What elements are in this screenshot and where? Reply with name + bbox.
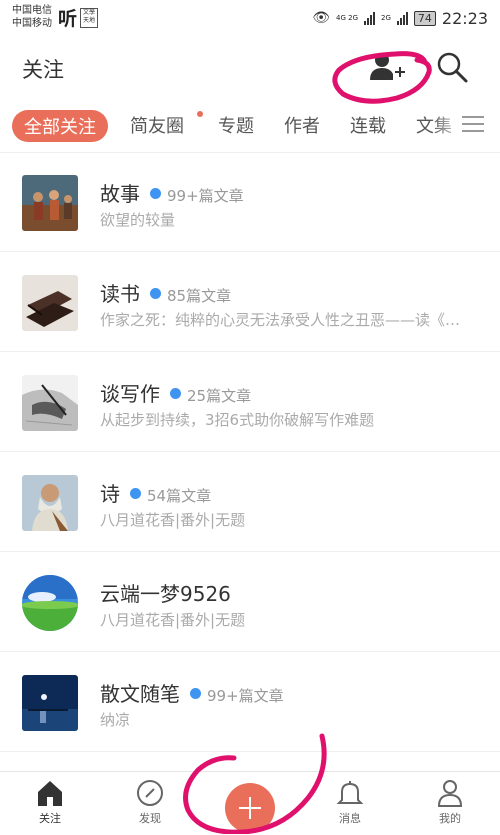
user-icon [437,780,463,807]
header: 关注 [0,36,500,96]
tab-authors[interactable]: 作者 [284,112,320,138]
signal-icon [364,11,375,25]
status-bar: 中国电信 中国移动 听 文學 天地 👁 4G 2G 2G 74 22:23 [0,0,500,36]
page-title: 关注 [22,58,64,82]
update-dot [190,688,201,699]
nav-discover[interactable]: 发现 [120,778,180,826]
menu-icon[interactable] [462,116,484,134]
item-title: 故事 99+篇文章 [100,178,244,207]
list-item[interactable]: 云端一梦9526 八月道花香|番外|无题 [0,552,500,652]
item-title: 散文随笔 99+篇文章 [100,678,284,707]
item-name: 读书 [100,282,140,306]
article-count: 99+篇文章 [167,187,244,205]
battery-icon: 74 [413,10,436,26]
nav-label: 我的 [439,812,461,825]
follow-list: 故事 99+篇文章 欲望的较量 读书 85篇文章 作家之死：纯粹的心灵无法承受人性之… [0,152,500,752]
item-name: 谈写作 [100,382,160,406]
carrier-2: 中国移动 [12,18,52,29]
article-count: 85篇文章 [167,287,232,305]
update-dot [130,488,141,499]
bell-icon [336,781,364,804]
eye-icon: 👁 [312,10,331,26]
item-description: 纳凉 [100,711,131,729]
article-count: 25篇文章 [187,387,252,405]
create-post-button[interactable] [225,783,275,833]
item-name: 云端一梦9526 [100,582,231,606]
item-description: 作家之死：纯粹的心灵无法承受人性之丑恶——读《… [100,311,461,329]
tab-topics[interactable]: 专题 [218,112,254,138]
item-title: 读书 85篇文章 [100,278,231,307]
carrier-info: 中国电信 中国移动 [12,4,52,30]
item-title: 云端一梦9526 [100,578,231,607]
nav-label: 消息 [339,812,361,825]
network-label-2: 2G [381,14,391,22]
clock: 22:23 [441,8,488,28]
avatar [22,475,78,531]
item-name: 散文随笔 [100,682,180,706]
article-count: 54篇文章 [147,487,212,505]
avatar [22,675,78,731]
update-dot [170,388,181,399]
mini-app-icon: 文學 天地 [80,8,98,28]
tab-jianyouquan[interactable]: 简友圈 [130,112,184,138]
item-name: 诗 [100,482,120,506]
list-item[interactable]: 诗 54篇文章 八月道花香|番外|无题 [0,452,500,552]
status-indicators: 👁 4G 2G 2G 74 22:23 [312,8,488,28]
compass-icon [137,780,163,806]
search-icon [437,52,468,83]
notification-dot [197,111,203,117]
app-notification-icon: 听 [58,8,78,30]
item-title: 谈写作 25篇文章 [100,378,251,407]
item-description: 八月道花香|番外|无题 [100,511,246,529]
tab-serials[interactable]: 连载 [350,112,386,138]
list-item[interactable]: 故事 99+篇文章 欲望的较量 [0,152,500,252]
update-dot [150,288,161,299]
list-item[interactable]: 谈写作 25篇文章 从起步到持续，3招6式助你破解写作难题 [0,352,500,452]
bottom-nav: 关注 发现 消息 我的 [0,771,500,835]
nav-mine[interactable]: 我的 [420,778,480,826]
nav-follow[interactable]: 关注 [20,778,80,826]
article-count: 99+篇文章 [207,687,284,705]
avatar [22,375,78,431]
add-follow-button[interactable] [368,50,408,84]
tab-all-follows[interactable]: 全部关注 [12,110,108,142]
avatar [22,575,78,631]
item-description: 从起步到持续，3招6式助你破解写作难题 [100,411,375,429]
nav-messages[interactable]: 消息 [320,778,380,826]
search-button[interactable] [434,50,470,86]
avatar [22,275,78,331]
item-description: 八月道花香|番外|无题 [100,611,246,629]
item-title: 诗 54篇文章 [100,478,211,507]
carrier-1: 中国电信 [12,5,52,16]
item-description: 欲望的较量 [100,211,176,229]
list-item[interactable]: 读书 85篇文章 作家之死：纯粹的心灵无法承受人性之丑恶——读《… [0,252,500,352]
signal-icon-2 [396,11,408,25]
home-icon [38,781,62,806]
list-item[interactable]: 散文随笔 99+篇文章 纳凉 [0,652,500,752]
add-user-icon [370,53,405,80]
nav-label: 关注 [39,812,61,825]
item-name: 故事 [100,182,140,206]
network-label-1: 4G 2G [336,14,358,22]
category-tabs: 全部关注 简友圈 专题 作者 连载 文集 [0,100,500,153]
avatar [22,175,78,231]
nav-label: 发现 [139,812,161,825]
update-dot [150,188,161,199]
